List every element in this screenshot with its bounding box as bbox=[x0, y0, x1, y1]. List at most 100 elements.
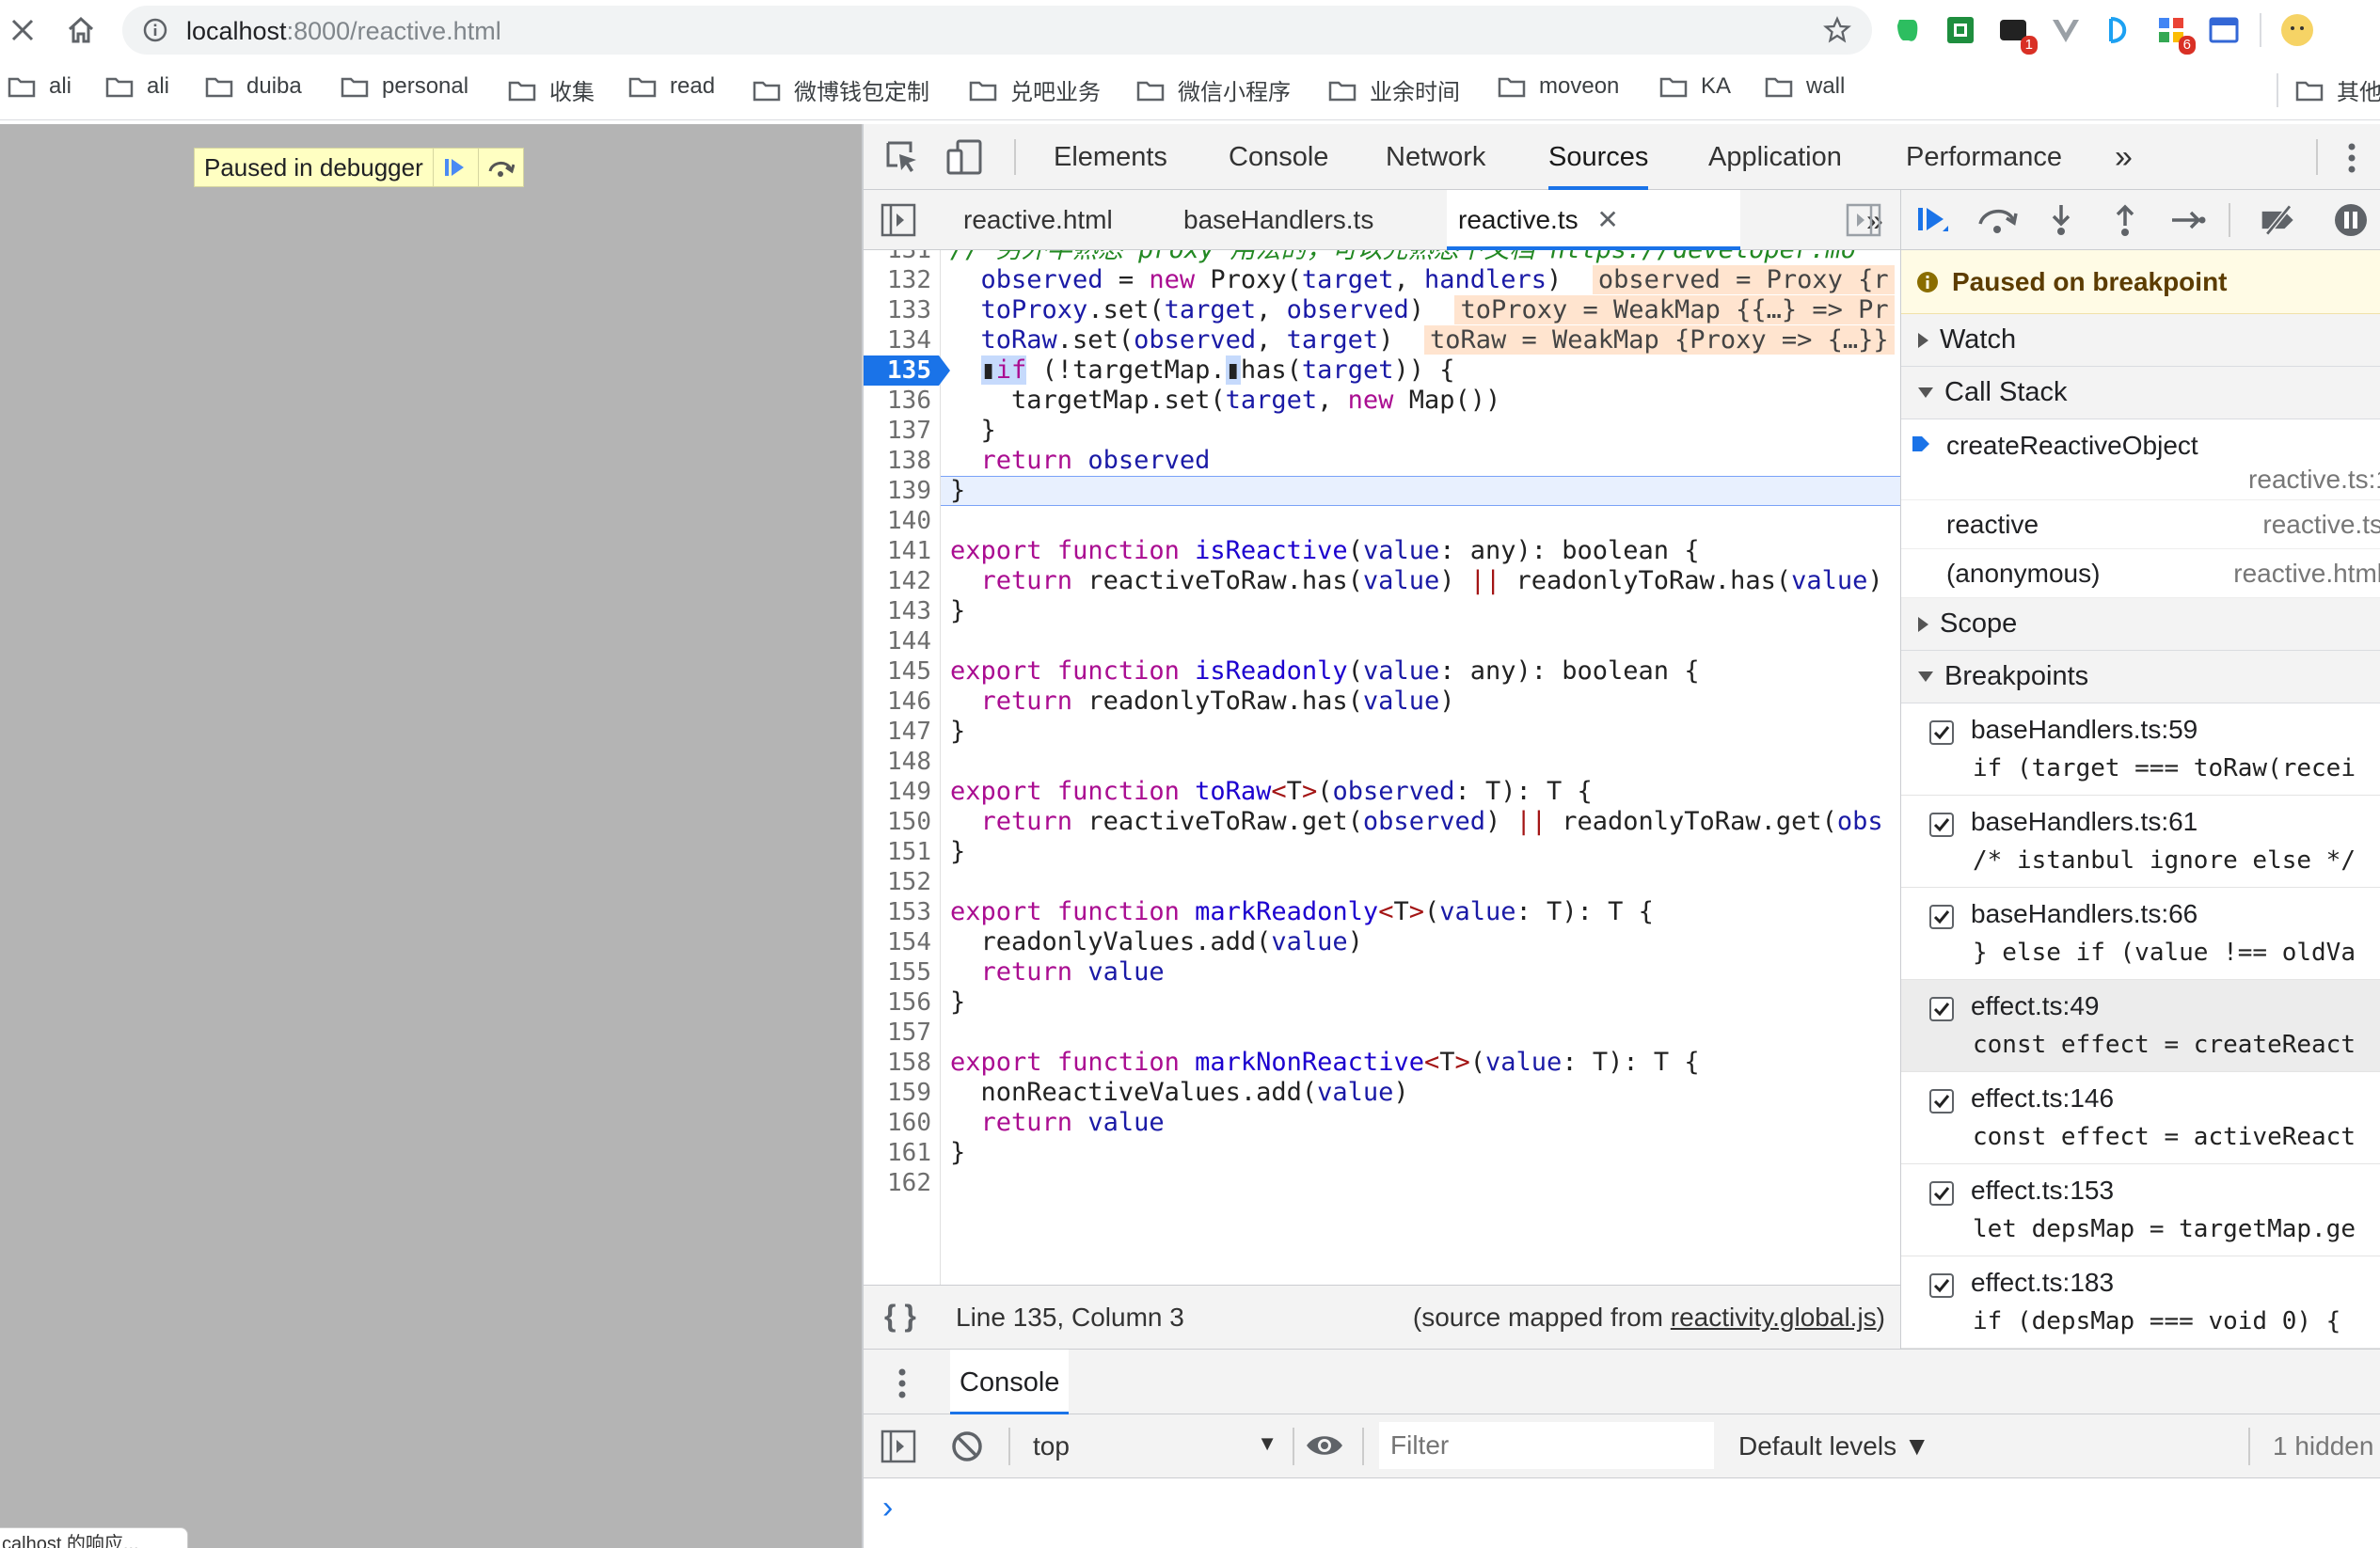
toggle-debugger-sidebar-button[interactable] bbox=[1846, 203, 1881, 242]
line-number[interactable]: 142 bbox=[864, 566, 931, 596]
line-number[interactable]: 150 bbox=[864, 807, 931, 837]
line-number[interactable]: 158 bbox=[864, 1048, 931, 1078]
drawer-menu-button[interactable] bbox=[897, 1366, 907, 1405]
bookmark-item[interactable]: 微信小程序 bbox=[1136, 73, 1291, 106]
line-number[interactable]: 153 bbox=[864, 897, 931, 927]
address-bar[interactable]: localhost:8000/reactive.html bbox=[122, 6, 1872, 55]
bookmark-item[interactable]: personal bbox=[341, 73, 468, 100]
line-number[interactable]: 160 bbox=[864, 1108, 931, 1138]
bookmark-item[interactable]: ali bbox=[8, 73, 71, 100]
evernote-extension[interactable] bbox=[1891, 13, 1925, 47]
step-button[interactable] bbox=[2166, 199, 2208, 241]
line-number[interactable]: 145 bbox=[864, 656, 931, 687]
source-tab-reactive-html[interactable]: reactive.html bbox=[954, 190, 1122, 250]
line-number[interactable]: 148 bbox=[864, 747, 931, 777]
pause-on-exceptions-button[interactable] bbox=[2330, 199, 2372, 241]
green-square-extension[interactable] bbox=[1944, 13, 1977, 47]
line-number[interactable]: 159 bbox=[864, 1078, 931, 1108]
device-toolbar-button[interactable] bbox=[946, 139, 984, 180]
tab-elements[interactable]: Elements bbox=[1054, 124, 1167, 190]
line-number[interactable]: 132 bbox=[864, 265, 931, 295]
vue-devtools-extension[interactable] bbox=[2049, 13, 2083, 47]
source-tab-basehandlers[interactable]: baseHandlers.ts bbox=[1174, 190, 1383, 250]
toggle-console-sidebar-button[interactable] bbox=[881, 1430, 916, 1470]
bookmark-item[interactable]: read bbox=[628, 73, 715, 100]
resume-button[interactable] bbox=[1912, 199, 1954, 241]
callstack-frame[interactable]: createReactiveObject reactive.ts:1 bbox=[1901, 419, 2380, 500]
deactivate-breakpoints-button[interactable] bbox=[2259, 199, 2300, 241]
toggle-navigator-button[interactable] bbox=[881, 203, 916, 242]
tab-network[interactable]: Network bbox=[1386, 124, 1485, 190]
console-filter-input[interactable] bbox=[1379, 1422, 1714, 1469]
log-levels-dropdown[interactable]: Default levels ▼ bbox=[1738, 1431, 1930, 1461]
source-map-link[interactable]: reactivity.global.js bbox=[1671, 1303, 1877, 1332]
callstack-pane-header[interactable]: Call Stack bbox=[1901, 367, 2380, 419]
line-number[interactable]: 133 bbox=[864, 295, 931, 325]
line-number[interactable]: 143 bbox=[864, 596, 931, 626]
step-over-button[interactable] bbox=[1976, 199, 2018, 241]
resume-button[interactable] bbox=[432, 149, 478, 186]
step-out-button[interactable] bbox=[2104, 199, 2146, 241]
line-number[interactable]: 131 bbox=[864, 250, 931, 265]
inspect-element-button[interactable] bbox=[884, 139, 920, 180]
grid-extension[interactable]: 6 bbox=[2154, 13, 2196, 55]
bookmark-item[interactable]: 业余时间 bbox=[1328, 73, 1460, 106]
line-number[interactable]: 157 bbox=[864, 1018, 931, 1048]
context-selector[interactable]: top ▼ bbox=[1033, 1414, 1277, 1478]
bookmark-item[interactable]: 兑吧业务 bbox=[969, 73, 1101, 106]
step-into-button[interactable] bbox=[2040, 199, 2082, 241]
drawer-tab-console[interactable]: Console bbox=[950, 1350, 1070, 1415]
line-number[interactable]: 147 bbox=[864, 717, 931, 747]
bookmark-item[interactable]: moveon bbox=[1498, 73, 1619, 100]
window-extension[interactable] bbox=[2207, 13, 2241, 47]
profile-avatar[interactable] bbox=[2280, 13, 2314, 47]
line-number[interactable]: 134 bbox=[864, 325, 931, 355]
line-number[interactable]: 149 bbox=[864, 777, 931, 807]
line-number[interactable]: 146 bbox=[864, 687, 931, 717]
line-number[interactable]: 161 bbox=[864, 1138, 931, 1168]
tab-application[interactable]: Application bbox=[1708, 124, 1842, 190]
line-number[interactable]: 144 bbox=[864, 626, 931, 656]
stop-loading-button[interactable] bbox=[0, 8, 45, 53]
breakpoint-checkbox[interactable] bbox=[1929, 905, 1954, 929]
watch-pane-header[interactable]: Watch bbox=[1901, 314, 2380, 367]
breakpoint-checkbox[interactable] bbox=[1929, 1181, 1954, 1206]
line-number[interactable]: 152 bbox=[864, 867, 931, 897]
breakpoint-checkbox[interactable] bbox=[1929, 1273, 1954, 1298]
step-over-button[interactable] bbox=[477, 149, 523, 186]
line-number[interactable]: 140 bbox=[864, 506, 931, 536]
breakpoint-checkbox[interactable] bbox=[1929, 720, 1954, 745]
bookmark-item[interactable]: 其他 bbox=[2295, 73, 2380, 106]
line-number[interactable]: 155 bbox=[864, 957, 931, 987]
tab-sources[interactable]: Sources bbox=[1548, 124, 1649, 190]
bookmark-item[interactable]: duiba bbox=[205, 73, 302, 100]
bookmark-item[interactable]: 收集 bbox=[508, 73, 595, 106]
line-number[interactable]: 162 bbox=[864, 1168, 931, 1198]
line-number[interactable]: 136 bbox=[864, 386, 931, 416]
line-gutter[interactable]: 131 132 133 134 135 136 137 138 139 140 141 142 143 1… bbox=[864, 250, 950, 1285]
star-icon[interactable] bbox=[1823, 16, 1851, 44]
close-tab-icon[interactable]: ✕ bbox=[1596, 205, 1618, 234]
breakpoints-pane-header[interactable]: Breakpoints bbox=[1901, 651, 2380, 703]
breakpoint-item[interactable]: baseHandlers.ts:61 /* istanbul ignore els… bbox=[1901, 796, 2380, 888]
line-number[interactable]: 154 bbox=[864, 927, 931, 957]
bookmark-item[interactable]: 微博钱包定制 bbox=[753, 73, 929, 106]
devtools-menu-button[interactable] bbox=[2346, 141, 2357, 180]
line-number[interactable]: 139 bbox=[864, 476, 931, 506]
bookmark-item[interactable]: KA bbox=[1659, 73, 1731, 100]
breakpoint-item[interactable]: effect.ts:153 let depsMap = targetMap.ge bbox=[1901, 1164, 2380, 1256]
d-extension[interactable] bbox=[2102, 13, 2135, 47]
breakpoint-line-number[interactable]: 135 bbox=[864, 355, 939, 386]
breakpoint-checkbox[interactable] bbox=[1929, 813, 1954, 837]
breakpoint-item[interactable]: baseHandlers.ts:66} else if (value !== o… bbox=[1901, 888, 2380, 980]
tab-performance[interactable]: Performance bbox=[1906, 124, 2062, 190]
breakpoint-item[interactable]: baseHandlers.ts:59 if (target === toRaw(r… bbox=[1901, 703, 2380, 796]
tab-console[interactable]: Console bbox=[1229, 124, 1328, 190]
dark-extension[interactable]: 1 bbox=[1996, 13, 2038, 55]
breakpoint-item[interactable]: effect.ts:49 const effect = createReact bbox=[1901, 980, 2380, 1072]
line-number[interactable]: 156 bbox=[864, 987, 931, 1018]
home-button[interactable] bbox=[58, 8, 103, 53]
bookmark-item[interactable]: wall bbox=[1765, 73, 1845, 100]
breakpoint-checkbox[interactable] bbox=[1929, 997, 1954, 1021]
scope-pane-header[interactable]: Scope bbox=[1901, 598, 2380, 651]
